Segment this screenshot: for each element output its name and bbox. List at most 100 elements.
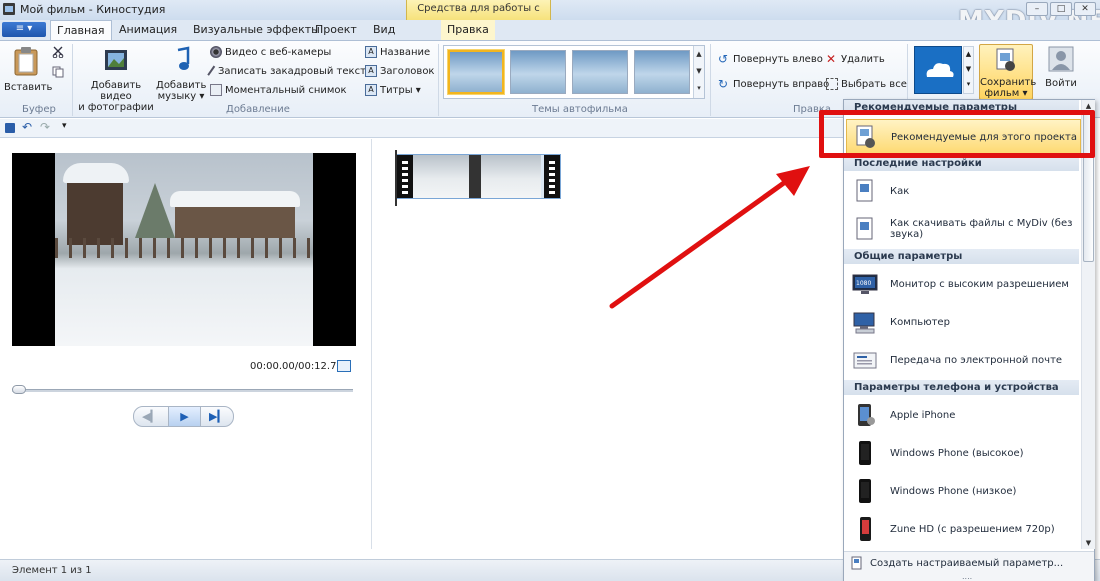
redo-icon[interactable]: ↷	[40, 120, 50, 134]
clip-frame	[413, 155, 469, 198]
timeline-cursor[interactable]	[395, 150, 397, 206]
status-text: Элемент 1 из 1	[12, 565, 92, 576]
rotate-left-button[interactable]: ↺ Повернуть влево	[718, 51, 823, 67]
webcam-icon	[210, 46, 222, 58]
onedrive-share-button[interactable]	[914, 46, 962, 94]
delete-button[interactable]: ✕ Удалить	[826, 51, 885, 67]
create-custom-setting-label: Создать настраиваемый параметр...	[870, 557, 1064, 569]
menu-item-hd-monitor[interactable]: 1080 Монитор с высоким разрешением	[846, 266, 1081, 302]
tab-visual-effects[interactable]: Визуальные эффекты	[187, 20, 326, 40]
film-photo-icon	[105, 50, 127, 70]
menu-item-windows-phone-high[interactable]: Windows Phone (высокое)	[846, 435, 1081, 471]
app-menu-button[interactable]: ≡ ▾	[2, 22, 46, 37]
add-music-button[interactable]: Добавить музыку ▾	[156, 46, 206, 102]
share-gallery-scroll[interactable]: ▲ ▼ ▾	[963, 46, 974, 94]
create-custom-setting[interactable]: Создать настраиваемый параметр...	[850, 556, 1063, 570]
theme-thumbnail[interactable]	[572, 50, 628, 94]
previous-frame-icon[interactable]: ◀▎	[134, 407, 167, 426]
maximize-icon[interactable]: □	[1050, 2, 1072, 16]
rotate-right-button[interactable]: ↻ Повернуть вправо	[718, 76, 829, 92]
house	[67, 175, 123, 245]
play-icon[interactable]: ▶	[168, 407, 201, 426]
select-all-icon	[826, 78, 838, 90]
save-icon[interactable]	[5, 123, 15, 133]
theme-thumbnail[interactable]	[448, 50, 504, 94]
next-frame-icon[interactable]: ▶▎	[201, 407, 234, 426]
menu-item-recent-kak[interactable]: Как	[846, 173, 1081, 209]
snapshot-icon	[210, 84, 222, 96]
tab-project[interactable]: Проект	[309, 20, 363, 40]
menu-item-label: Компьютер	[890, 316, 950, 328]
app-icon	[3, 3, 15, 15]
menu-item-email[interactable]: Передача по электронной почте	[846, 342, 1081, 378]
phone-icon	[852, 478, 878, 504]
narration-label: Записать закадровый текст	[218, 65, 366, 77]
user-icon	[1048, 46, 1074, 72]
title-button[interactable]: A Название	[365, 44, 430, 60]
computer-icon	[852, 309, 878, 335]
snow-roof	[170, 191, 300, 207]
paste-button[interactable]: Вставить	[4, 46, 52, 93]
menu-item-iphone[interactable]: Apple iPhone	[846, 397, 1081, 433]
fence	[55, 238, 313, 258]
save-movie-button[interactable]: Сохранить фильм ▾	[979, 44, 1036, 100]
scroll-down-icon[interactable]: ▼	[1082, 537, 1095, 549]
webcam-label: Видео с веб-камеры	[225, 46, 332, 58]
tab-home[interactable]: Главная	[50, 20, 112, 41]
tab-animation[interactable]: Анимация	[113, 20, 183, 40]
credits-button[interactable]: A Титры ▾	[365, 82, 421, 98]
timecode: 00:00.00/00:12.75	[250, 361, 343, 372]
menu-item-recent-mydiv[interactable]: Как скачивать файлы с MyDiv (без звука)	[846, 211, 1081, 247]
caption-button[interactable]: A Заголовок	[365, 63, 434, 79]
theme-thumbnail[interactable]	[634, 50, 690, 94]
webcam-video-button[interactable]: Видео с веб-камеры	[210, 44, 331, 60]
menu-item-zune-hd[interactable]: Zune HD (с разрешением 720p)	[846, 511, 1081, 547]
house	[175, 203, 295, 238]
gallery-scroll[interactable]: ▲ ▼ ▾	[693, 46, 704, 98]
theme-thumbnail[interactable]	[510, 50, 566, 94]
copy-icon[interactable]	[52, 66, 64, 78]
resize-grip[interactable]: ....	[962, 572, 972, 581]
credits-label: Титры	[380, 84, 413, 96]
close-icon[interactable]: ✕	[1074, 2, 1096, 16]
sign-in-button[interactable]: Войти	[1040, 46, 1082, 89]
video-clip[interactable]	[396, 154, 561, 199]
menu-item-label: Монитор с высоким разрешением	[890, 278, 1069, 290]
group-label-clipboard: Буфер	[22, 104, 56, 115]
autofilm-themes-gallery[interactable]: ▲ ▼ ▾	[443, 45, 705, 99]
snapshot-button[interactable]: Моментальный снимок	[210, 82, 347, 98]
film-edge	[544, 155, 560, 198]
caption-label: Заголовок	[380, 65, 435, 77]
save-movie-icon	[996, 48, 1015, 71]
seek-handle[interactable]	[12, 385, 26, 394]
music-note-icon	[177, 46, 190, 70]
cut-icon[interactable]	[52, 46, 64, 58]
record-narration-button[interactable]: Записать закадровый текст ▾	[207, 63, 374, 79]
tab-edit[interactable]: Правка	[441, 20, 495, 40]
tree	[135, 183, 175, 238]
red-highlight-annotation	[819, 110, 1095, 158]
menu-item-computer[interactable]: Компьютер	[846, 304, 1081, 340]
fullscreen-icon[interactable]	[337, 360, 351, 372]
select-all-button[interactable]: Выбрать все	[826, 76, 907, 92]
group-label-themes: Темы автофильма	[532, 104, 628, 115]
snow-roof	[63, 163, 129, 183]
customize-toolbar-icon[interactable]: ▾	[62, 121, 67, 131]
divider	[710, 44, 711, 116]
add-video-label-1: Добавить видео	[90, 80, 142, 102]
video-preview[interactable]	[12, 153, 356, 346]
tab-view[interactable]: Вид	[367, 20, 401, 40]
menu-item-windows-phone-low[interactable]: Windows Phone (низкое)	[846, 473, 1081, 509]
window-controls: – □ ✕	[1026, 2, 1096, 16]
minimize-icon[interactable]: –	[1026, 2, 1048, 16]
add-music-label-1: Добавить	[156, 80, 207, 91]
seek-bar[interactable]	[12, 389, 353, 392]
add-video-button[interactable]: Добавить видео и фотографии	[76, 46, 156, 113]
zune-icon	[852, 516, 878, 542]
context-tab-title: Средства для работы с видео	[406, 0, 551, 32]
menu-item-label: Как скачивать файлы с MyDiv (без звука)	[890, 218, 1073, 240]
menu-scrollbar[interactable]: ▲ ▼	[1081, 100, 1095, 549]
menu-item-label: Apple iPhone	[890, 409, 956, 421]
playback-controls: ◀▎ ▶ ▶▎	[133, 406, 234, 427]
undo-icon[interactable]: ↶	[22, 120, 32, 134]
